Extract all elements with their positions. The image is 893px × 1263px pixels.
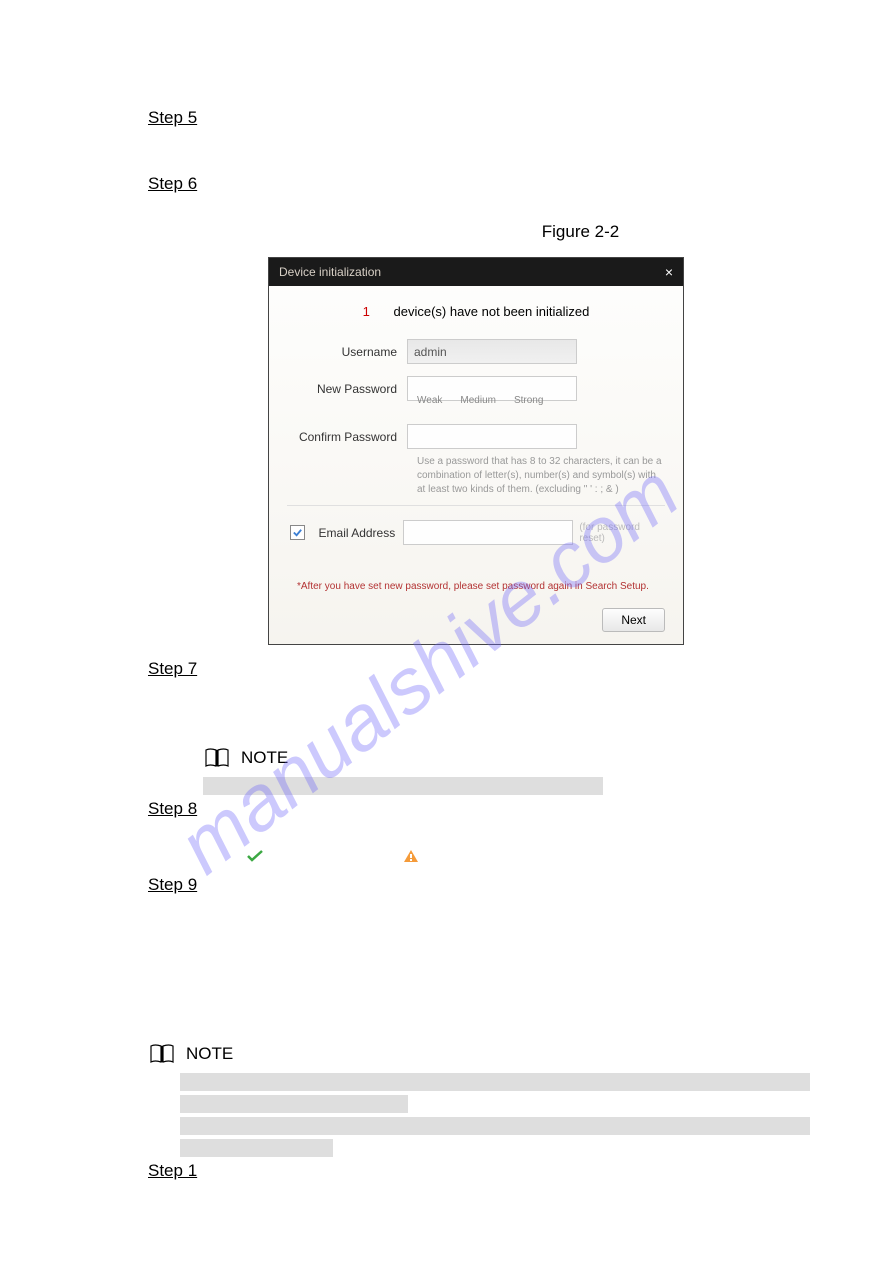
message-text: device(s) have not been initialized	[394, 304, 590, 319]
dialog-header: Device initialization ×	[269, 258, 683, 286]
check-icon	[246, 849, 264, 863]
redacted-bar	[180, 1095, 408, 1113]
strength-medium: Medium	[460, 395, 496, 406]
device-count: 1	[363, 304, 370, 319]
step-6-label: Step 6	[148, 174, 893, 194]
email-input[interactable]	[403, 520, 573, 545]
next-button[interactable]: Next	[602, 608, 665, 632]
redacted-bar	[180, 1117, 810, 1135]
step-9-label: Step 9	[148, 875, 893, 895]
username-input	[407, 339, 577, 364]
book-icon	[148, 1043, 176, 1065]
redacted-bar	[203, 777, 603, 795]
book-icon	[203, 747, 231, 769]
note-label-1: NOTE	[241, 748, 288, 768]
step-5-label: Step 5	[148, 108, 893, 128]
email-hint: (for password reset)	[579, 522, 665, 544]
username-label: Username	[287, 345, 407, 359]
email-checkbox[interactable]	[290, 525, 305, 540]
redacted-bar	[180, 1073, 810, 1091]
strength-weak: Weak	[417, 395, 442, 406]
device-init-dialog: Device initialization × 1 device(s) have…	[268, 257, 684, 645]
confirm-password-input[interactable]	[407, 424, 577, 449]
dialog-message: 1 device(s) have not been initialized	[287, 298, 665, 339]
note-label-2: NOTE	[186, 1044, 233, 1064]
email-label: Email Address	[319, 526, 404, 540]
strength-strong: Strong	[514, 395, 543, 406]
divider	[287, 505, 665, 506]
step-8-label: Step 8	[148, 799, 893, 819]
password-helper-text: Use a password that has 8 to 32 characte…	[417, 455, 662, 497]
close-icon[interactable]: ×	[665, 264, 673, 280]
redacted-bar	[180, 1139, 333, 1157]
inline-icons-row	[218, 847, 893, 867]
confirm-password-label: Confirm Password	[287, 430, 407, 444]
warning-icon	[403, 849, 419, 863]
new-password-label: New Password	[287, 382, 407, 396]
figure-label: Figure 2-2	[268, 222, 893, 242]
step-1-label: Step 1	[148, 1161, 893, 1181]
step-7-label: Step 7	[148, 659, 893, 679]
dialog-title: Device initialization	[279, 265, 381, 279]
warning-text: *After you have set new password, please…	[297, 581, 665, 592]
